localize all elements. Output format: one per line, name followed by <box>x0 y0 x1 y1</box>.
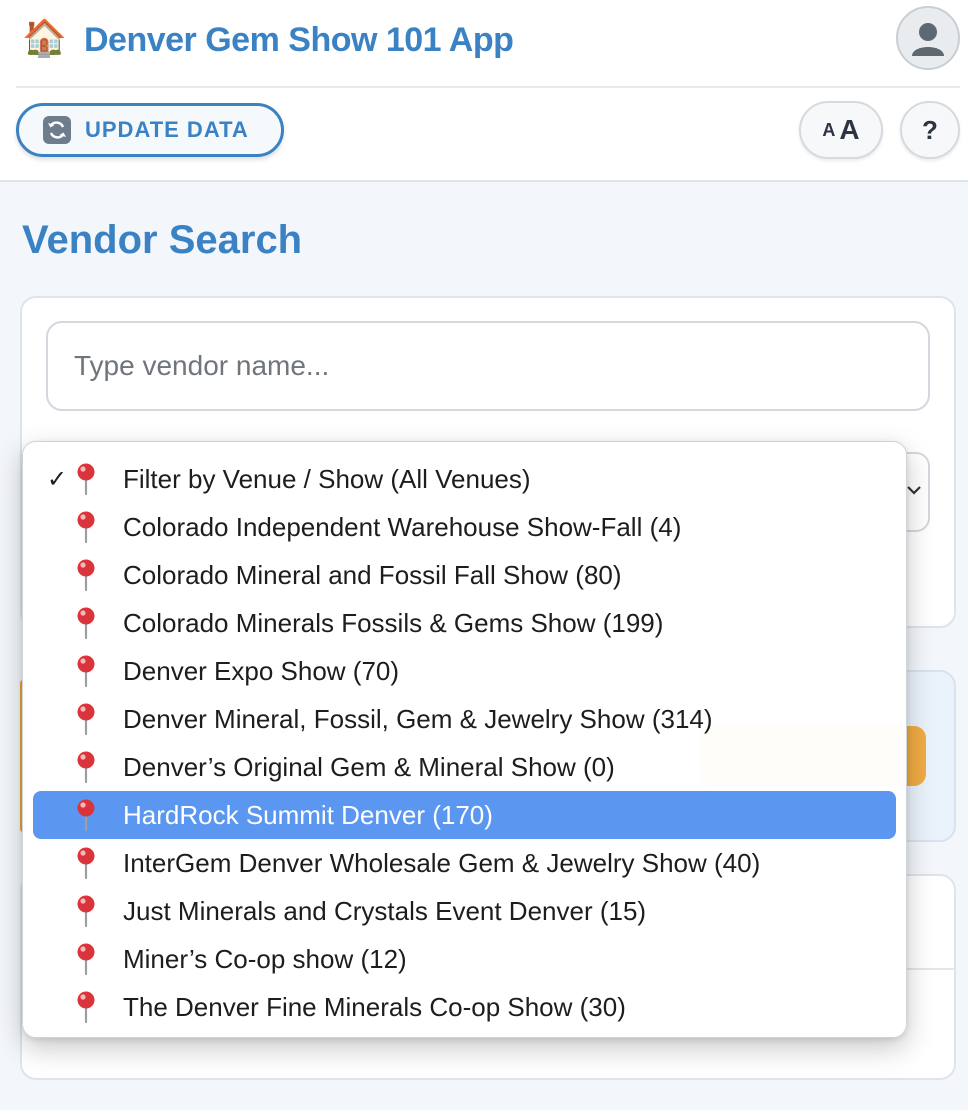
font-large-glyph: A <box>839 114 860 145</box>
venue-option[interactable]: Colorado Independent Warehouse Show-Fall… <box>33 503 896 551</box>
pushpin-icon <box>75 701 119 737</box>
venue-option[interactable]: HardRock Summit Denver (170) <box>33 791 896 839</box>
user-icon <box>912 23 944 56</box>
pushpin-icon <box>75 461 119 497</box>
pushpin-icon <box>75 845 119 881</box>
venue-option-label: The Denver Fine Minerals Co-op Show (30) <box>123 991 626 1022</box>
venue-option-label: HardRock Summit Denver (170) <box>123 799 493 830</box>
venue-option-label: Denver Expo Show (70) <box>123 655 400 686</box>
house-icon: 🏠 <box>22 17 67 58</box>
venue-option[interactable]: InterGem Denver Wholesale Gem & Jewelry … <box>33 839 896 887</box>
venue-option-label: Denver Mineral, Fossil, Gem & Jewelry Sh… <box>123 703 713 734</box>
pushpin-icon <box>75 989 119 1025</box>
venue-dropdown-menu[interactable]: ✓ Filter by Venue / Show (All Venues) Colo… <box>22 441 907 1038</box>
venue-option[interactable]: ✓ Filter by Venue / Show (All Venues) <box>33 455 896 503</box>
app-title: Denver Gem Show 101 App <box>84 21 514 59</box>
pushpin-icon <box>75 557 119 593</box>
user-avatar-button[interactable] <box>896 6 960 70</box>
refresh-icon <box>43 116 71 144</box>
venue-option-label: Denver’s Original Gem & Mineral Show (0) <box>123 751 615 782</box>
font-size-button[interactable]: A A <box>799 101 883 159</box>
venue-option-label: InterGem Denver Wholesale Gem & Jewelry … <box>123 847 761 878</box>
venue-option[interactable]: The Denver Fine Minerals Co-op Show (30) <box>33 983 896 1031</box>
update-data-button[interactable]: UPDATE DATA <box>16 103 284 157</box>
venue-option[interactable]: Colorado Minerals Fossils & Gems Show (1… <box>33 599 896 647</box>
venue-option-label: Colorado Independent Warehouse Show-Fall… <box>123 511 682 542</box>
font-small-glyph: A <box>822 119 836 140</box>
header-divider <box>16 86 960 88</box>
help-icon: ? <box>922 114 938 145</box>
pushpin-icon <box>75 653 119 689</box>
venue-option-label: Miner’s Co-op show (12) <box>123 943 407 974</box>
venue-option[interactable]: Miner’s Co-op show (12) <box>33 935 896 983</box>
pushpin-icon <box>75 941 119 977</box>
venue-option-label: Filter by Venue / Show (All Venues) <box>123 463 531 494</box>
checkmark-icon: ✓ <box>46 465 68 493</box>
venue-option-label: Colorado Mineral and Fossil Fall Show (8… <box>123 559 622 590</box>
page-title: Vendor Search <box>22 218 303 262</box>
app-header: 🏠 Denver Gem Show 101 App UPDATE DATA A <box>0 0 968 182</box>
venue-option[interactable]: Denver Mineral, Fossil, Gem & Jewelry Sh… <box>33 695 896 743</box>
pushpin-icon <box>75 605 119 641</box>
venue-option[interactable]: Denver’s Original Gem & Mineral Show (0) <box>33 743 896 791</box>
help-button[interactable]: ? <box>900 101 960 159</box>
vendor-search-input[interactable] <box>46 321 930 411</box>
venue-option-label: Just Minerals and Crystals Event Denver … <box>123 895 647 926</box>
venue-option[interactable]: Colorado Mineral and Fossil Fall Show (8… <box>33 551 896 599</box>
venue-option[interactable]: Just Minerals and Crystals Event Denver … <box>33 887 896 935</box>
app-window: 🏠 Denver Gem Show 101 App UPDATE DATA A <box>0 0 968 1110</box>
update-data-label: UPDATE DATA <box>85 117 249 142</box>
pushpin-icon <box>75 509 119 545</box>
pushpin-icon <box>75 797 119 833</box>
venue-option[interactable]: Denver Expo Show (70) <box>33 647 896 695</box>
pushpin-icon <box>75 749 119 785</box>
pushpin-icon <box>75 893 119 929</box>
venue-option-label: Colorado Minerals Fossils & Gems Show (1… <box>123 607 664 638</box>
